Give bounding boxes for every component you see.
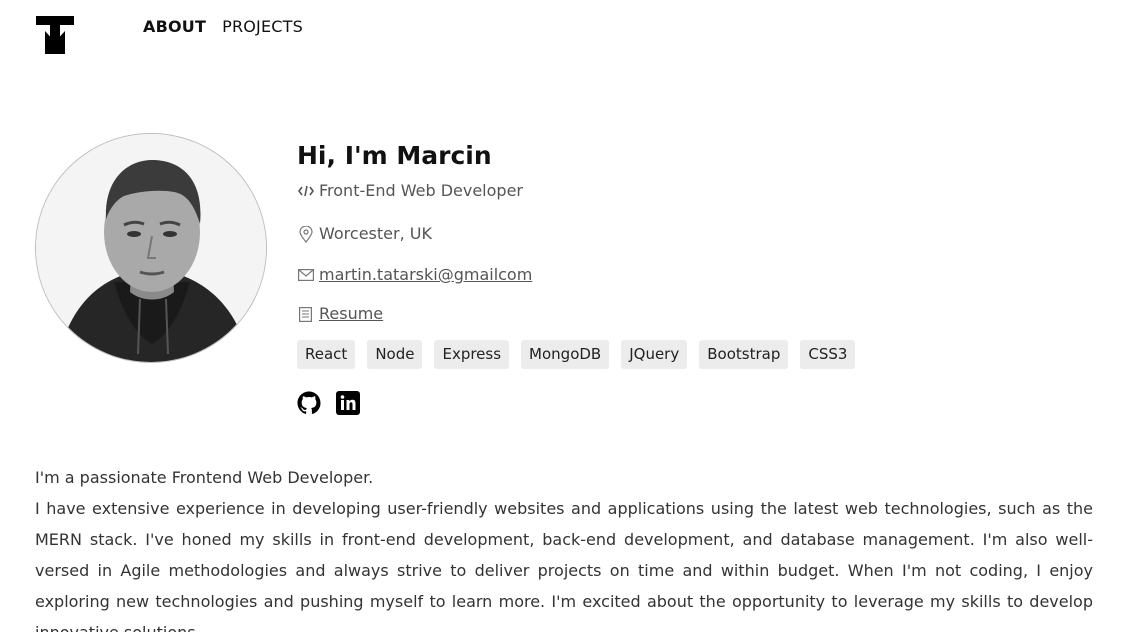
linkedin-icon[interactable] xyxy=(336,391,360,415)
email-row: martin.tatarski@gmailcom xyxy=(297,264,1077,286)
map-pin-icon xyxy=(297,225,314,243)
location-text: Worcester, UK xyxy=(319,224,432,243)
skill-tag: CSS3 xyxy=(800,340,856,369)
resume-link[interactable]: Resume xyxy=(319,303,383,325)
location-row: Worcester, UK xyxy=(297,223,1077,245)
skill-tags: React Node Express MongoDB JQuery Bootst… xyxy=(297,340,1077,369)
resume-row: Resume xyxy=(297,303,1077,325)
email-link[interactable]: martin.tatarski@gmailcom xyxy=(319,264,532,286)
role-text: Front-End Web Developer xyxy=(319,181,523,200)
role-row: Front-End Web Developer xyxy=(297,180,1077,202)
bio-body: I have extensive experience in developin… xyxy=(35,499,1093,632)
page-title: Hi, I'm Marcin xyxy=(297,141,492,170)
main-nav: ABOUT PROJECTS xyxy=(143,16,303,38)
skill-tag: Node xyxy=(367,340,423,369)
code-icon xyxy=(297,183,314,200)
nav-item-about[interactable]: ABOUT xyxy=(143,16,206,38)
profile-info: Hi, I'm Marcin Front-End Web Developer W… xyxy=(297,138,1077,415)
bio-section: I'm a passionate Frontend Web Developer.… xyxy=(35,462,1093,632)
envelope-icon xyxy=(297,267,314,284)
social-links xyxy=(297,391,1077,415)
skill-tag: React xyxy=(297,340,356,369)
skill-tag: MongoDB xyxy=(521,340,610,369)
document-icon xyxy=(297,306,314,323)
bio-intro: I'm a passionate Frontend Web Developer. xyxy=(35,468,374,487)
tm-logo-icon[interactable] xyxy=(36,16,74,54)
profile-photo xyxy=(35,133,267,363)
nav-item-projects[interactable]: PROJECTS xyxy=(222,16,303,38)
github-icon[interactable] xyxy=(297,391,321,415)
skill-tag: Express xyxy=(434,340,510,369)
skill-tag: JQuery xyxy=(621,340,688,369)
skill-tag: Bootstrap xyxy=(699,340,789,369)
